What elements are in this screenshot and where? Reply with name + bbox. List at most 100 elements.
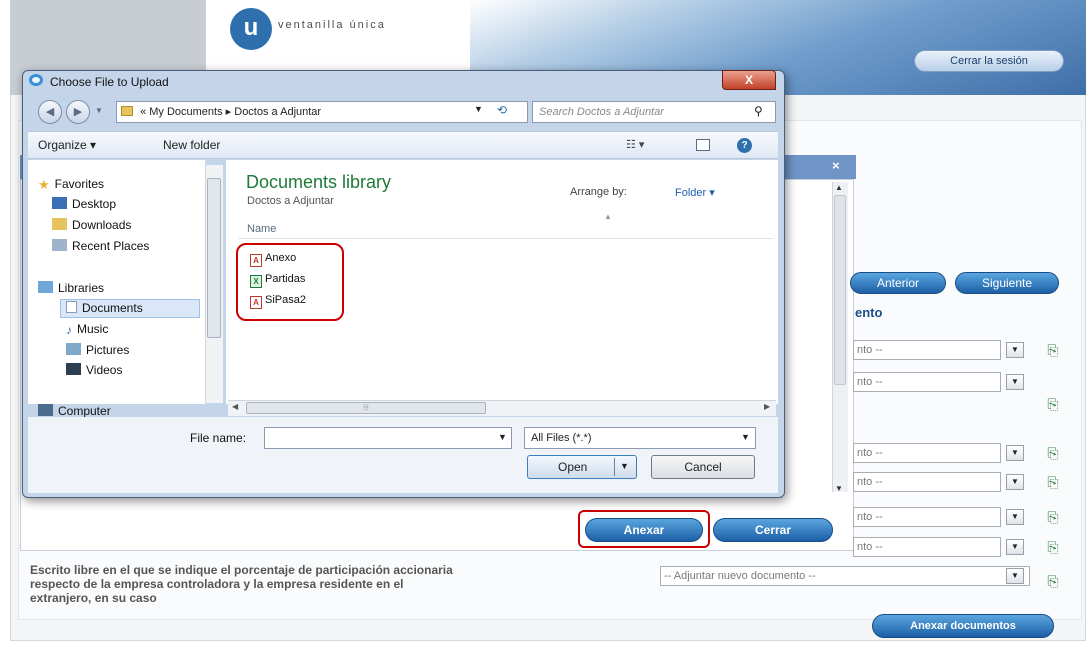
cancel-button[interactable]: Cancel — [651, 455, 755, 479]
document-select[interactable]: nto -- — [853, 537, 1001, 557]
file-name-label: File name: — [190, 431, 247, 445]
nav-label: Libraries — [58, 281, 105, 295]
attach-button-highlight — [578, 510, 710, 548]
libraries-icon — [38, 281, 53, 293]
close-button[interactable]: Cerrar — [713, 518, 833, 542]
nav-label: Recent Places — [72, 239, 150, 253]
document-view-icon[interactable]: ⎘ — [1045, 508, 1061, 526]
pictures-icon — [66, 343, 81, 355]
nav-pictures[interactable]: Pictures — [66, 343, 129, 357]
modal-close-icon[interactable]: × — [832, 158, 840, 173]
dialog-title: Choose File to Upload — [50, 75, 169, 89]
logout-button[interactable]: Cerrar la sesión — [914, 50, 1064, 72]
nav-videos[interactable]: Videos — [66, 363, 122, 377]
document-select[interactable]: nto -- — [853, 372, 1001, 392]
nav-downloads[interactable]: Downloads — [52, 218, 131, 232]
scroll-up-icon[interactable]: ▲ — [835, 183, 843, 192]
arrange-by-label: Arrange by: — [570, 186, 627, 198]
files-highlight — [236, 243, 344, 321]
scroll-down-icon[interactable]: ▼ — [835, 484, 843, 493]
preview-pane-icon[interactable] — [696, 139, 710, 151]
help-icon[interactable]: ? — [737, 138, 752, 153]
nav-documents[interactable]: Documents — [66, 301, 143, 315]
attach-documents-button[interactable]: Anexar documentos — [872, 614, 1054, 638]
logo-icon: u — [230, 8, 272, 50]
section-title: ento — [855, 305, 883, 320]
nav-label: Desktop — [72, 197, 117, 211]
refresh-icon[interactable]: ⟲ — [497, 103, 507, 117]
file-type-select[interactable]: All Files (*.*) — [524, 427, 756, 449]
open-options-icon[interactable]: ▼ — [620, 461, 629, 471]
file-name-dropdown-icon[interactable]: ▼ — [498, 432, 507, 442]
address-segment-doctos[interactable]: Doctos a Adjuntar — [234, 106, 321, 118]
nav-computer[interactable]: Computer — [38, 404, 111, 417]
nav-label: Downloads — [72, 218, 132, 232]
chevron-down-icon[interactable]: ▼ — [1006, 568, 1024, 584]
chevron-down-icon[interactable]: ▼ — [1006, 342, 1024, 358]
arrange-by-dropdown[interactable]: Folder ▾ — [675, 186, 715, 199]
nav-recent-places[interactable]: Recent Places — [52, 239, 149, 253]
address-bar[interactable]: « My Documents ▸ Doctos a Adjuntar — [116, 101, 528, 123]
music-icon: ♪ — [66, 323, 72, 337]
new-document-select[interactable]: -- Adjuntar nuevo documento -- — [660, 566, 1030, 586]
document-view-icon[interactable]: ⎘ — [1045, 572, 1061, 590]
document-view-icon[interactable]: ⎘ — [1045, 538, 1061, 556]
dialog-toolbar — [28, 131, 778, 159]
file-type-dropdown-icon[interactable]: ▼ — [741, 432, 750, 442]
forward-arrow-icon[interactable]: ▶ — [66, 100, 90, 124]
document-description: Escrito libre en el que se indique el po… — [30, 563, 453, 605]
document-select[interactable]: nto -- — [853, 340, 1001, 360]
nav-favorites[interactable]: ★ Favorites — [38, 177, 105, 192]
address-root: « — [140, 106, 147, 118]
document-select[interactable]: nto -- — [853, 507, 1001, 527]
chevron-down-icon[interactable]: ▼ — [1006, 539, 1024, 555]
horizontal-scroll-thumb[interactable]: ⦙⦙⦙ — [246, 402, 486, 414]
address-segment-my-documents[interactable]: My Documents — [149, 106, 222, 118]
nav-label: Favorites — [54, 177, 105, 191]
nav-libraries[interactable]: Libraries — [38, 281, 104, 295]
recent-places-icon — [52, 239, 67, 251]
document-view-icon[interactable]: ⎘ — [1045, 444, 1061, 462]
chevron-down-icon[interactable]: ▼ — [1006, 374, 1024, 390]
chevron-down-icon[interactable]: ▼ — [1006, 474, 1024, 490]
document-view-icon[interactable]: ⎘ — [1045, 473, 1061, 491]
nav-label: Computer — [58, 404, 111, 417]
ie-icon — [29, 74, 43, 86]
column-divider — [238, 238, 773, 239]
sort-arrow-icon: ▲ — [604, 212, 612, 221]
organize-menu[interactable]: Organize ▾ — [38, 138, 96, 152]
folder-icon — [121, 106, 133, 116]
column-header-name[interactable]: Name — [247, 223, 276, 235]
back-arrow-icon[interactable]: ◀ — [38, 100, 62, 124]
downloads-icon — [52, 218, 67, 230]
desktop-icon — [52, 197, 67, 209]
search-icon[interactable]: ⚲ — [754, 104, 763, 118]
dialog-close-button[interactable]: X — [722, 70, 776, 90]
open-button-divider — [614, 458, 615, 476]
nav-desktop[interactable]: Desktop — [52, 197, 116, 211]
document-view-icon[interactable]: ⎘ — [1045, 341, 1061, 359]
document-view-icon[interactable]: ⎘ — [1045, 395, 1061, 413]
nav-music[interactable]: ♪ Music — [66, 322, 108, 337]
modal-scroll-thumb[interactable] — [834, 195, 846, 385]
previous-button[interactable]: Anterior — [850, 272, 946, 294]
videos-icon — [66, 363, 81, 375]
chevron-down-icon[interactable]: ▼ — [1006, 509, 1024, 525]
view-options-icon[interactable]: ☷ ▾ — [626, 138, 644, 151]
document-select[interactable]: nto -- — [853, 472, 1001, 492]
documents-icon — [66, 301, 77, 313]
file-name-input[interactable] — [264, 427, 512, 449]
next-button[interactable]: Siguiente — [955, 272, 1059, 294]
nav-scroll-thumb[interactable] — [207, 178, 221, 338]
address-dropdown-icon[interactable]: ▼ — [474, 104, 483, 114]
document-select[interactable]: nto -- — [853, 443, 1001, 463]
scroll-left-icon[interactable]: ◀ — [232, 402, 238, 411]
library-subtitle: Doctos a Adjuntar — [247, 195, 334, 207]
library-title: Documents library — [246, 172, 392, 192]
chevron-down-icon[interactable]: ▼ — [1006, 445, 1024, 461]
search-input[interactable]: Search Doctos a Adjuntar — [532, 101, 776, 123]
recent-pages-chevron-icon[interactable]: ▼ — [95, 106, 103, 115]
scroll-right-icon[interactable]: ▶ — [764, 402, 770, 411]
new-folder-button[interactable]: New folder — [163, 138, 220, 152]
nav-label: Videos — [86, 363, 123, 377]
